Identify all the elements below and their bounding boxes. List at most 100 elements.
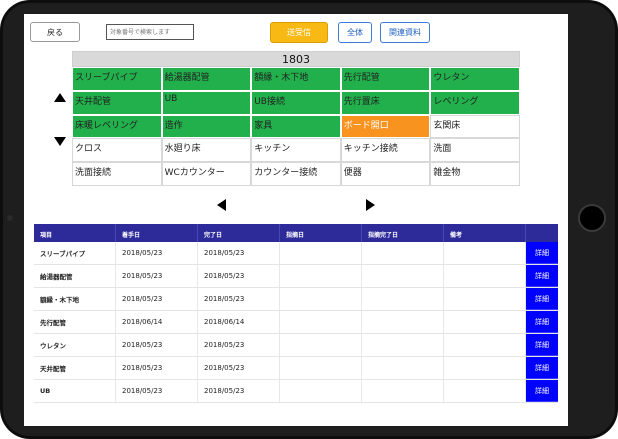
cell-issue-done xyxy=(362,311,444,333)
cell-end: 2018/05/23 xyxy=(198,288,280,310)
cell-item: スリーブパイプ xyxy=(34,242,116,264)
cell-note xyxy=(444,265,526,287)
tablet-frame: 戻る 送受信 全体 関連資料 1803 スリーブパイプ給湯器配管額縁・木下地先行… xyxy=(0,0,618,439)
cell-end: 2018/05/23 xyxy=(198,357,280,379)
app-screen: 戻る 送受信 全体 関連資料 1803 スリーブパイプ給湯器配管額縁・木下地先行… xyxy=(24,14,568,426)
send-receive-button[interactable]: 送受信 xyxy=(270,22,328,43)
cell-issue xyxy=(280,265,362,287)
cell-item: 給湯器配管 xyxy=(34,265,116,287)
cell-item: ウレタン xyxy=(34,334,116,356)
table-header: 項目 着手日 完了日 指摘日 指摘完了日 備考 xyxy=(34,224,558,242)
all-button[interactable]: 全体 xyxy=(338,22,372,43)
task-cell[interactable]: 額縁・木下地 xyxy=(251,67,341,91)
back-button[interactable]: 戻る xyxy=(30,22,80,42)
cell-item: 先行配管 xyxy=(34,311,116,333)
cell-issue-done xyxy=(362,334,444,356)
table-body: スリーブパイプ 2018/05/23 2018/05/23 詳細 給湯器配管 2018/0… xyxy=(34,242,558,403)
task-cell[interactable]: クロス xyxy=(72,138,162,163)
cell-note xyxy=(444,311,526,333)
cell-issue-done xyxy=(362,242,444,264)
column-header xyxy=(526,224,558,242)
cell-issue-done xyxy=(362,265,444,287)
column-header: 完了日 xyxy=(198,224,280,242)
cell-issue xyxy=(280,311,362,333)
table-row: 先行配管 2018/06/14 2018/06/14 詳細 xyxy=(34,311,558,334)
task-cell[interactable]: 造作 xyxy=(161,114,252,139)
triangle-down-icon[interactable] xyxy=(54,137,66,146)
cell-item: UB xyxy=(34,380,116,402)
cell-item: 天井配管 xyxy=(34,357,116,379)
detail-button[interactable]: 詳細 xyxy=(526,380,558,402)
home-button[interactable] xyxy=(578,204,606,232)
task-cell[interactable]: 天井配管 xyxy=(72,90,162,115)
task-cell[interactable]: スリーブパイプ xyxy=(72,67,162,91)
detail-button[interactable]: 詳細 xyxy=(526,288,558,310)
cell-issue xyxy=(280,242,362,264)
cell-note xyxy=(444,334,526,356)
task-cell[interactable]: UB接続 xyxy=(251,90,341,115)
task-cell[interactable]: 便器 xyxy=(340,162,431,186)
table-row: 天井配管 2018/05/23 2018/05/23 詳細 xyxy=(34,357,558,380)
column-header: 備考 xyxy=(444,224,526,242)
cell-issue-done xyxy=(362,288,444,310)
table-row: ウレタン 2018/05/23 2018/05/23 詳細 xyxy=(34,334,558,357)
cell-end: 2018/06/14 xyxy=(198,311,280,333)
column-header: 指摘日 xyxy=(280,224,362,242)
task-cell[interactable]: レベリング xyxy=(430,90,520,115)
detail-button[interactable]: 詳細 xyxy=(526,242,558,264)
task-cell[interactable]: 先行配管 xyxy=(340,67,431,91)
task-cell[interactable]: UB xyxy=(161,90,252,115)
cell-start: 2018/05/23 xyxy=(116,265,198,287)
task-cell[interactable]: カウンター接続 xyxy=(251,162,341,186)
cell-issue-done xyxy=(362,357,444,379)
cell-issue-done xyxy=(362,380,444,402)
cell-note xyxy=(444,380,526,402)
search-input[interactable] xyxy=(106,24,194,40)
triangle-up-icon[interactable] xyxy=(54,93,66,102)
detail-button[interactable]: 詳細 xyxy=(526,357,558,379)
related-docs-button[interactable]: 関連資料 xyxy=(380,22,430,43)
room-number: 1803 xyxy=(72,51,520,67)
table-row: 額縁・木下地 2018/05/23 2018/05/23 詳細 xyxy=(34,288,558,311)
task-cell[interactable]: キッチン接続 xyxy=(340,138,431,163)
cell-end: 2018/05/23 xyxy=(198,265,280,287)
task-cell[interactable]: 家具 xyxy=(251,114,341,139)
schedule-table: 項目 着手日 完了日 指摘日 指摘完了日 備考 スリーブパイプ 2018/05/23 2018… xyxy=(34,224,558,403)
task-cell[interactable]: WCカウンター xyxy=(161,162,252,186)
column-header: 項目 xyxy=(34,224,116,242)
task-cell[interactable]: ウレタン xyxy=(430,67,520,91)
table-row: スリーブパイプ 2018/05/23 2018/05/23 詳細 xyxy=(34,242,558,265)
task-cell[interactable]: 給湯器配管 xyxy=(161,67,252,91)
cell-issue xyxy=(280,380,362,402)
camera-icon xyxy=(7,215,13,221)
task-cell[interactable]: 洗面 xyxy=(430,138,520,163)
task-cell[interactable]: 雑金物 xyxy=(430,162,520,186)
cell-issue xyxy=(280,334,362,356)
cell-start: 2018/05/23 xyxy=(116,357,198,379)
cell-note xyxy=(444,242,526,264)
task-cell[interactable]: 洗面接続 xyxy=(72,162,162,186)
column-header: 着手日 xyxy=(116,224,198,242)
table-row: UB 2018/05/23 2018/05/23 詳細 xyxy=(34,380,558,403)
cell-start: 2018/05/23 xyxy=(116,334,198,356)
table-row: 給湯器配管 2018/05/23 2018/05/23 詳細 xyxy=(34,265,558,288)
task-cell[interactable]: ボード開口 xyxy=(340,114,431,139)
task-cell[interactable]: 床暖レベリング xyxy=(72,114,162,139)
cell-item: 額縁・木下地 xyxy=(34,288,116,310)
task-cell[interactable]: 先行置床 xyxy=(340,90,431,115)
task-cell[interactable]: キッチン xyxy=(251,138,341,163)
column-header: 指摘完了日 xyxy=(362,224,444,242)
task-cell[interactable]: 玄関床 xyxy=(430,114,520,139)
triangle-left-icon[interactable] xyxy=(217,199,226,211)
cell-start: 2018/05/23 xyxy=(116,242,198,264)
task-grid: スリーブパイプ 給湯器配管 額縁・木下地 先行配管 ウレタン天井配管 UB UB接続 先行置床… xyxy=(72,67,520,186)
cell-issue xyxy=(280,357,362,379)
cell-end: 2018/05/23 xyxy=(198,334,280,356)
task-cell[interactable]: 水廻り床 xyxy=(161,138,252,163)
triangle-right-icon[interactable] xyxy=(366,199,375,211)
cell-start: 2018/06/14 xyxy=(116,311,198,333)
detail-button[interactable]: 詳細 xyxy=(526,334,558,356)
detail-button[interactable]: 詳細 xyxy=(526,265,558,287)
cell-start: 2018/05/23 xyxy=(116,288,198,310)
detail-button[interactable]: 詳細 xyxy=(526,311,558,333)
